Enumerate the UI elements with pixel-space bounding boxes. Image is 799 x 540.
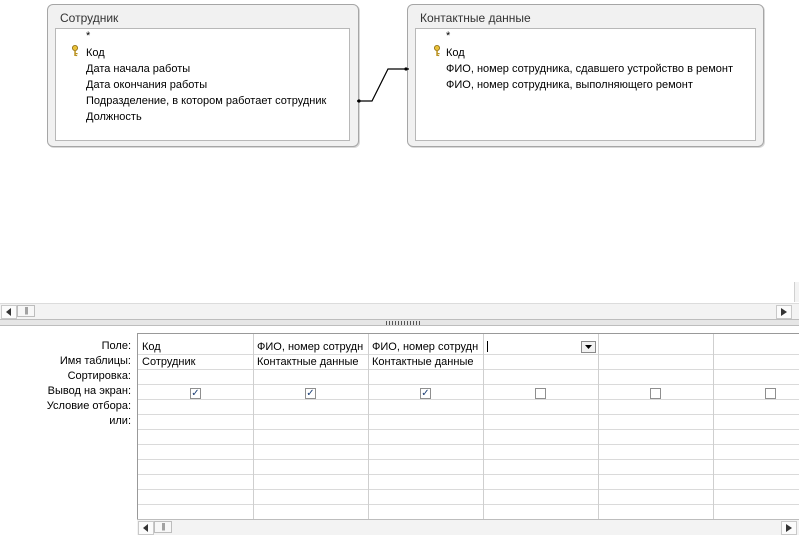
grid-row-line [138, 429, 799, 430]
row-label-table: Имя таблицы: [59, 355, 131, 367]
grid-row-line [138, 384, 799, 385]
field-end-date[interactable]: Дата окончания работы [86, 78, 207, 92]
field-kod[interactable]: Код [86, 46, 105, 60]
grid-row-line [138, 474, 799, 475]
show-checkbox[interactable]: ✓ [190, 388, 201, 399]
grid-column-line[interactable] [253, 334, 254, 521]
row-label-field: Поле: [101, 340, 131, 352]
grid-column-line[interactable] [368, 334, 369, 521]
field-start-date[interactable]: Дата начала работы [86, 62, 190, 76]
field-list-employee: * Код Дата начала работы Дата окончания … [55, 28, 350, 141]
grid-row-line [138, 504, 799, 505]
text-cursor [487, 341, 488, 352]
table-title-contacts[interactable]: Контактные данные [420, 11, 531, 25]
splitter-grip-icon [386, 321, 422, 325]
upper-horizontal-scrollbar[interactable]: ||| [0, 303, 799, 319]
grid-table-cell[interactable]: Сотрудник [142, 355, 252, 370]
scroll-thumb[interactable]: ||| [17, 305, 35, 317]
table-title-employee[interactable]: Сотрудник [60, 11, 118, 25]
checkmark-icon: ✓ [191, 387, 200, 399]
grid-horizontal-scrollbar[interactable]: ||| [137, 519, 799, 535]
key-icon [434, 45, 440, 57]
show-checkbox[interactable] [535, 388, 546, 399]
row-label-criteria: Условие отбора: [46, 400, 131, 412]
arrow-right-icon[interactable] [781, 521, 797, 535]
grid-field-cell[interactable]: Код [142, 340, 252, 355]
arrow-left-icon[interactable] [138, 521, 154, 535]
table-box-contacts[interactable]: Контактные данные * Код ФИО, номер сотру… [407, 4, 764, 147]
arrow-right-icon[interactable] [776, 305, 792, 319]
field-all[interactable]: * [86, 29, 90, 43]
grid-row-line [138, 444, 799, 445]
checkmark-icon: ✓ [306, 387, 315, 399]
field-list-contacts: * Код ФИО, номер сотрудника, сдавшего ус… [415, 28, 756, 141]
row-label-or: или: [109, 415, 131, 427]
chevron-down-icon[interactable] [581, 341, 596, 353]
grid-row-line [138, 459, 799, 460]
grid-row-line [138, 399, 799, 400]
grid-column-line[interactable] [483, 334, 484, 521]
field-all[interactable]: * [446, 29, 450, 43]
checkmark-icon: ✓ [421, 387, 430, 399]
row-label-show: Вывод на экран: [47, 385, 131, 397]
field-repaired-by[interactable]: ФИО, номер сотрудника, выполняющего ремо… [446, 78, 693, 92]
show-checkbox[interactable] [650, 388, 661, 399]
pane-splitter[interactable] [0, 319, 799, 326]
relationship-line[interactable] [355, 66, 411, 106]
show-checkbox[interactable] [765, 388, 776, 399]
field-department[interactable]: Подразделение, в котором работает сотруд… [86, 94, 326, 108]
vertical-scrollbar-edge[interactable] [794, 282, 799, 302]
grid-row-line [138, 414, 799, 415]
key-icon [72, 45, 78, 57]
scroll-thumb[interactable]: ||| [154, 521, 172, 533]
grid-column-line[interactable] [713, 334, 714, 521]
grid-row-line [138, 489, 799, 490]
table-box-employee[interactable]: Сотрудник * Код Дата начала работы Дата … [47, 4, 359, 147]
field-position[interactable]: Должность [86, 110, 142, 124]
arrow-left-icon[interactable] [1, 305, 17, 319]
show-checkbox[interactable]: ✓ [420, 388, 431, 399]
grid-field-cell[interactable]: ФИО, номер сотрудн [372, 340, 482, 355]
grid-column-line[interactable] [598, 334, 599, 521]
field-handed-over-by[interactable]: ФИО, номер сотрудника, сдавшего устройст… [446, 62, 733, 76]
field-kod[interactable]: Код [446, 46, 465, 60]
grip-icon: ||| [161, 522, 165, 531]
query-design-grid[interactable]: Код Сотрудник ✓ ФИО, номер сотрудн Конта… [137, 333, 799, 521]
grid-field-cell[interactable]: ФИО, номер сотрудн [257, 340, 367, 355]
row-label-sort: Сортировка: [67, 370, 131, 382]
show-checkbox[interactable]: ✓ [305, 388, 316, 399]
grid-table-cell[interactable]: Контактные данные [372, 355, 482, 370]
grip-icon: ||| [24, 306, 28, 315]
grid-table-cell[interactable]: Контактные данные [257, 355, 367, 370]
